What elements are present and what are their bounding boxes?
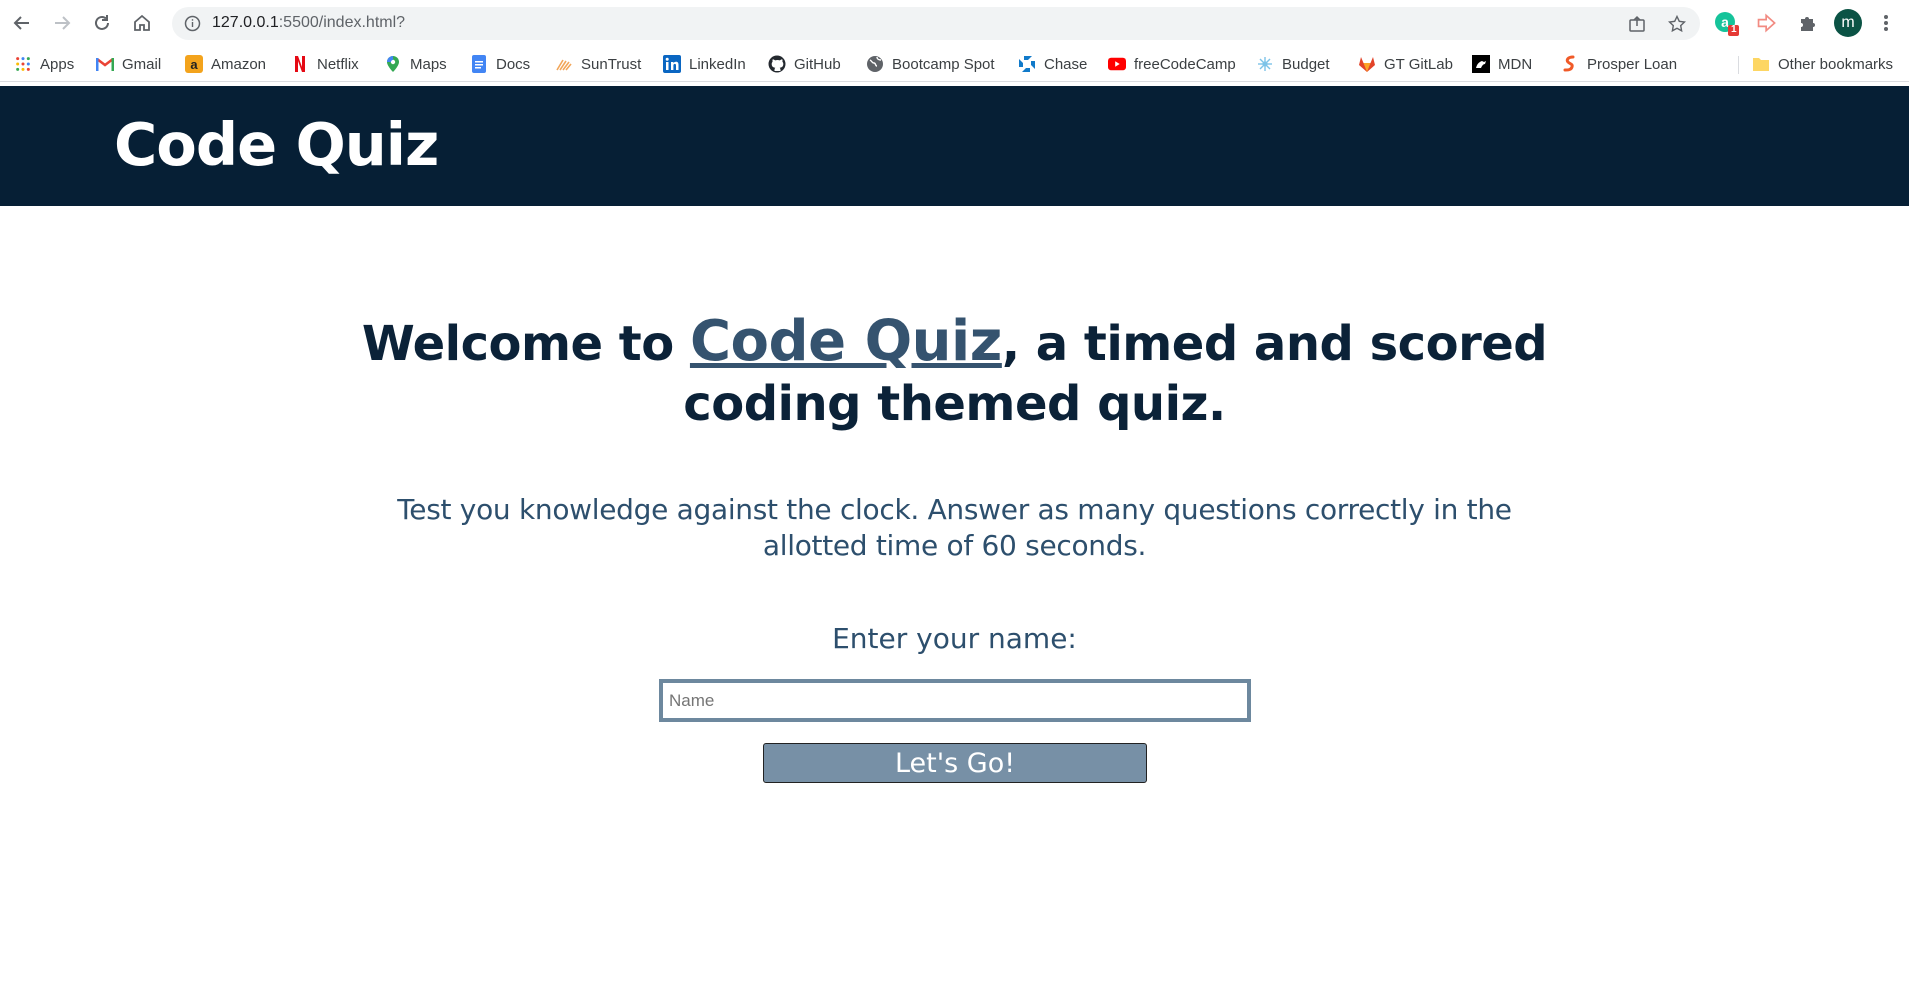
bookmark-apps[interactable]: Apps	[14, 52, 74, 76]
bookmark-label: Netflix	[317, 55, 359, 73]
bookmark-label: Chase	[1044, 55, 1088, 73]
bookmark-label: GitHub	[794, 55, 841, 73]
svg-text:a: a	[1721, 14, 1729, 30]
bookmark-label: MDN	[1498, 55, 1533, 73]
bookmark-other-bookmarks[interactable]: Other bookmarks	[1752, 52, 1893, 76]
extension-grammarly-button[interactable]: a 1	[1714, 10, 1740, 36]
budget-icon	[1256, 55, 1274, 73]
netflix-icon	[291, 55, 309, 73]
name-label: Enter your name:	[832, 622, 1077, 655]
address-bar[interactable]: 127.0.0.1:5500/index.html?	[172, 7, 1700, 40]
site-header: Code Quiz	[0, 86, 1909, 206]
apps-grid-icon	[14, 55, 32, 73]
url-path: :5500/index.html?	[278, 14, 406, 31]
share-icon[interactable]	[1628, 15, 1646, 33]
bookmark-label: Bootcamp Spot	[892, 55, 995, 73]
bookmark-maps[interactable]: Maps	[384, 52, 447, 76]
bookmark-chase[interactable]: Chase	[1018, 52, 1087, 76]
bookmark-label: SunTrust	[581, 55, 642, 73]
url-text[interactable]: 127.0.0.1:5500/index.html?	[212, 14, 405, 32]
bookmark-gt-gitlab[interactable]: GT GitLab	[1358, 52, 1453, 76]
back-arrow-icon	[13, 16, 29, 30]
globe-icon	[866, 55, 884, 73]
reload-button[interactable]	[88, 9, 116, 37]
bookmark-netflix[interactable]: Netflix	[291, 52, 359, 76]
bookmark-label: Other bookmarks	[1778, 55, 1894, 73]
svg-text:a: a	[190, 57, 198, 72]
bookmark-label: LinkedIn	[689, 55, 746, 73]
extension-arrow-icon	[1757, 13, 1776, 33]
bookmark-label: Docs	[496, 55, 531, 73]
bookmark-star-icon[interactable]	[1668, 15, 1686, 33]
gmail-icon	[96, 55, 114, 73]
docs-icon	[470, 55, 488, 73]
bookmark-freecodecamp[interactable]: freeCodeCamp	[1108, 52, 1236, 76]
welcome-pre: Welcome to	[361, 316, 690, 372]
site-title: Code Quiz	[114, 110, 439, 179]
welcome-heading: Welcome to Code Quiz, a timed and scored…	[300, 312, 1609, 434]
extensions-menu-button[interactable]	[1794, 10, 1820, 36]
bookmark-amazon[interactable]: a Amazon	[185, 52, 266, 76]
kebab-menu-icon	[1884, 15, 1888, 31]
maps-pin-icon	[384, 55, 402, 73]
bookmark-github[interactable]: GitHub	[768, 52, 841, 76]
url-host: 127.0.0.1	[212, 14, 279, 31]
chase-icon	[1018, 55, 1036, 73]
bookmarks-separator	[1738, 56, 1739, 74]
bookmark-label: GT GitLab	[1384, 55, 1453, 73]
back-button[interactable]	[8, 9, 36, 37]
profile-avatar[interactable]: m	[1834, 9, 1862, 37]
code-quiz-link[interactable]: Code Quiz	[690, 309, 1002, 374]
browser-menu-button[interactable]	[1873, 10, 1899, 36]
forward-arrow-icon	[55, 16, 71, 30]
bookmark-label: freeCodeCamp	[1134, 55, 1236, 73]
forward-button[interactable]	[48, 9, 76, 37]
prosper-icon	[1561, 55, 1579, 73]
extension-button[interactable]	[1754, 10, 1780, 36]
gitlab-icon	[1358, 55, 1376, 73]
bookmark-bootcamp-spot[interactable]: Bootcamp Spot	[866, 52, 995, 76]
bookmark-label: Gmail	[122, 55, 162, 73]
bookmark-prosper-loan[interactable]: Prosper Loan	[1561, 52, 1677, 76]
bookmark-label: Budget	[1282, 55, 1330, 73]
bookmark-gmail[interactable]: Gmail	[96, 52, 161, 76]
lets-go-button[interactable]: Let's Go!	[763, 743, 1147, 783]
puzzle-piece-icon	[1801, 17, 1815, 31]
bookmark-linkedin[interactable]: LinkedIn	[663, 52, 746, 76]
bookmark-docs[interactable]: Docs	[470, 52, 530, 76]
github-icon	[768, 55, 786, 73]
bookmarks-bar: Apps Gmail a Amazon Netflix Maps Docs Su…	[0, 46, 1909, 82]
bookmark-mdn[interactable]: MDN	[1472, 52, 1532, 76]
bookmark-budget[interactable]: Budget	[1256, 52, 1330, 76]
linkedin-icon	[663, 55, 681, 73]
bookmark-label: Maps	[410, 55, 447, 73]
extension-badge: 1	[1731, 24, 1737, 35]
bookmark-label: Prosper Loan	[1587, 55, 1678, 73]
instructions-text: Test you knowledge against the clock. An…	[397, 493, 1512, 562]
home-icon	[134, 14, 150, 31]
amazon-icon: a	[185, 55, 203, 73]
bookmark-suntrust[interactable]: SunTrust	[555, 52, 641, 76]
suntrust-icon	[555, 55, 573, 73]
site-info-icon[interactable]	[184, 15, 201, 32]
bookmark-label: Apps	[40, 55, 75, 73]
mdn-icon	[1472, 55, 1490, 73]
browser-toolbar: 127.0.0.1:5500/index.html? a 1 m	[0, 0, 1909, 46]
home-button[interactable]	[128, 9, 156, 37]
bookmark-label: Amazon	[211, 55, 267, 73]
name-input[interactable]	[659, 679, 1251, 722]
youtube-icon	[1108, 55, 1126, 73]
folder-icon	[1752, 55, 1770, 73]
reload-icon	[95, 15, 109, 30]
